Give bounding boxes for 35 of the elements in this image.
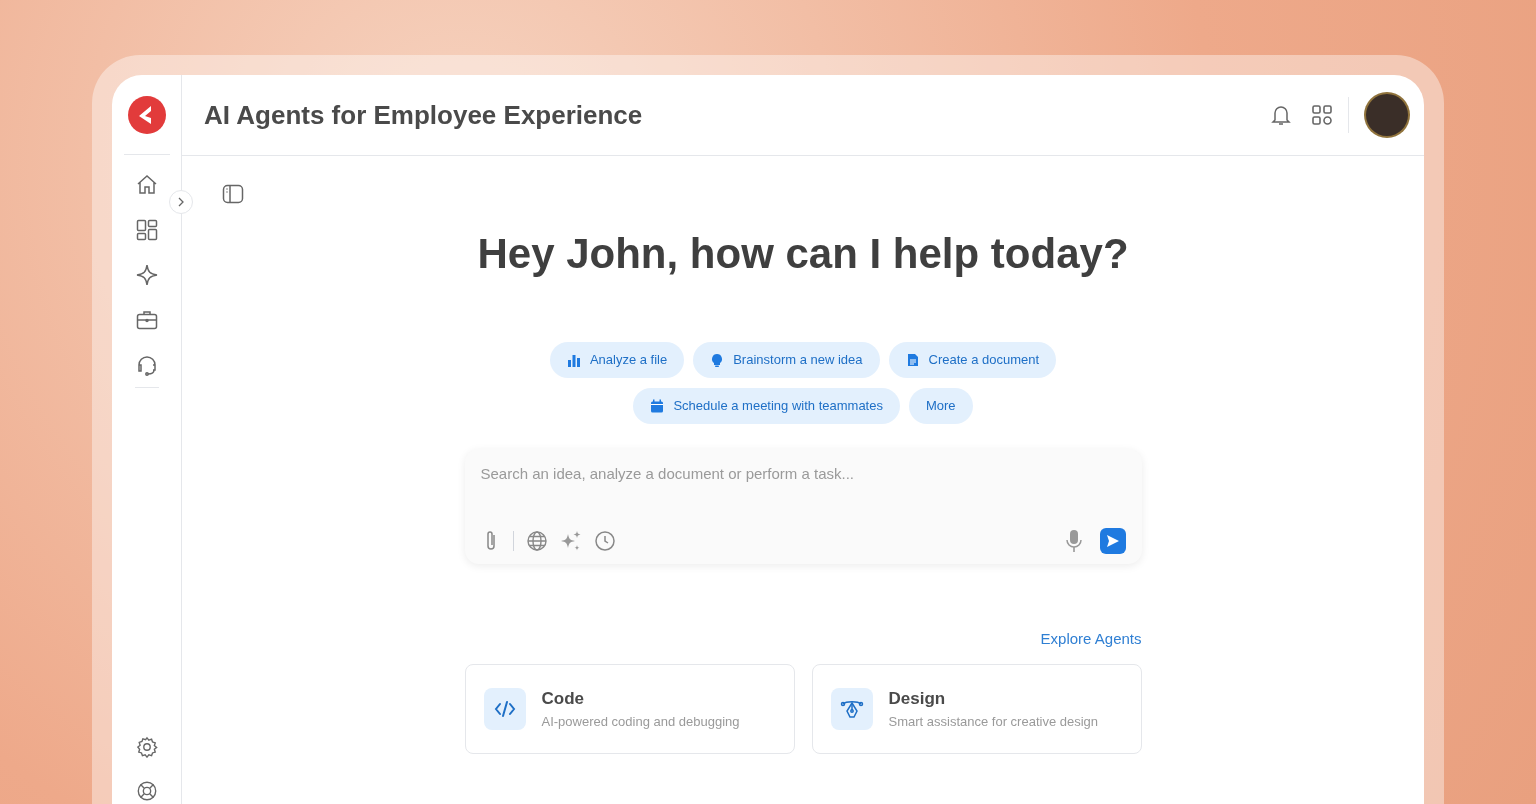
chevron-right-icon [176,197,186,207]
agent-description: AI-powered coding and debugging [541,712,740,731]
logo-icon [127,95,166,134]
briefcase-icon[interactable] [134,308,159,332]
clock-icon[interactable] [593,530,616,552]
user-avatar[interactable] [1364,92,1410,138]
dashboard-icon[interactable] [134,218,159,242]
agent-card[interactable]: Code AI-powered coding and debugging [464,663,795,754]
lightbulb-icon [710,353,725,367]
agent-description: Smart assistance for creative design [888,712,1099,731]
greeting-heading: Hey John, how can I help today? [477,229,1129,279]
suggestion-chip[interactable]: Create a document [888,342,1057,378]
notification-bell-icon[interactable] [1269,103,1293,127]
agent-title: Code [541,688,585,710]
apps-grid-icon[interactable] [1311,104,1333,126]
calendar-icon [650,399,665,413]
suggestion-chip[interactable]: More [908,388,973,424]
page-title: AI Agents for Employee Experience [204,98,644,132]
suggestion-chip[interactable]: Analyze a file [549,342,685,378]
sidebar-toggle-icon[interactable] [222,184,244,204]
send-icon [1105,534,1120,548]
sparkle-icon[interactable] [134,263,159,287]
suggestion-chip[interactable]: Brainstorm a new idea [693,342,880,378]
suggestion-chip[interactable]: Schedule a meeting with teammates [633,388,900,424]
settings-icon[interactable] [135,736,158,758]
globe-icon[interactable] [525,530,548,552]
bar-chart-icon [566,353,581,367]
microphone-icon[interactable] [1065,529,1082,553]
document-icon [905,353,920,367]
agent-title: Design [888,688,947,710]
agent-card[interactable]: Design Smart assistance for creative design [811,663,1142,754]
send-button[interactable] [1099,528,1126,554]
help-icon[interactable] [135,780,158,802]
prompt-input[interactable]: Search an idea, analyze a document or perform a task... [480,463,1126,486]
explore-agents-link[interactable]: Explore Agents [1040,628,1142,651]
